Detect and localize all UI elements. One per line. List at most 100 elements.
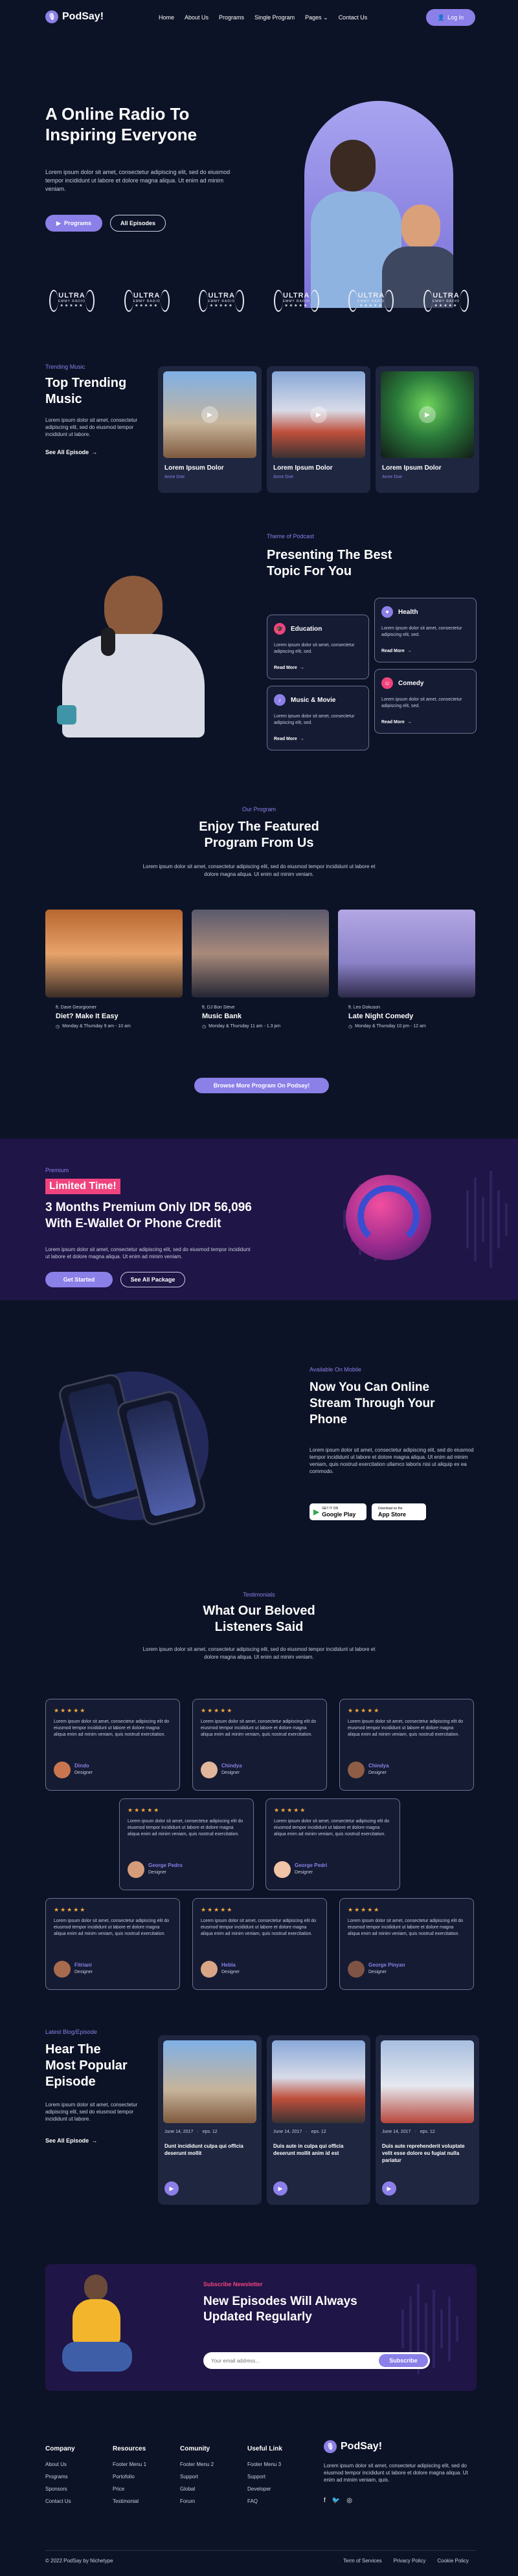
menu-item-pages[interactable]: Pages ⌄ [305, 14, 328, 21]
programs-button[interactable]: ▶ Programs [45, 215, 102, 232]
menu-item-single-program[interactable]: Single Program [254, 14, 295, 21]
footer-link[interactable]: Support [247, 2474, 312, 2480]
topics-image [49, 576, 211, 737]
footer-link[interactable]: Footer Menu 3 [247, 2461, 312, 2467]
see-all-episodes-link[interactable]: See All Episode → [45, 2137, 97, 2144]
award-word: ULTRA [208, 291, 235, 300]
footer-link[interactable]: Developer [247, 2486, 312, 2492]
terms-link[interactable]: Term of Services [343, 2558, 382, 2564]
testimonial-text: Lorem ipsum dolor sit amet, consectetur … [54, 1719, 170, 1737]
app-store-button[interactable]: Download on the App Store [372, 1503, 426, 1520]
menu-item-programs[interactable]: Programs [219, 14, 244, 21]
email-input[interactable] [211, 2355, 366, 2366]
topic-card-education[interactable]: 🎓 Education Lorem ipsum dolor sit amet, … [267, 615, 369, 679]
program-title: Late Night Comedy [348, 1012, 414, 1020]
testimonial-text: Lorem ipsum dolor sit amet, consectetur … [274, 1819, 390, 1837]
topic-description: Lorem ipsum dolor sit amet, consectetur … [274, 714, 355, 725]
clock-icon: ◷ [202, 1025, 207, 1029]
footer-legal-links: Term of Services Privacy Policy Cookie P… [343, 2558, 469, 2564]
play-icon[interactable]: ▶ [310, 406, 327, 423]
footer-column-title: Comunity [180, 2445, 210, 2452]
logo[interactable]: 🎙 PodSay! [45, 10, 104, 23]
footer-link[interactable]: Price [113, 2486, 177, 2492]
footer-column: Company About Us Programs Sponsors Contact U… [45, 2445, 110, 2511]
cookie-link[interactable]: Cookie Policy [437, 2558, 468, 2564]
privacy-link[interactable]: Privacy Policy [394, 2558, 426, 2564]
avatar [201, 1762, 218, 1778]
facebook-icon[interactable]: f [324, 2497, 326, 2504]
episode-meta: June 14, 2017 · eps. 12 [382, 2130, 435, 2134]
get-started-button[interactable]: Get Started [45, 1272, 113, 1287]
footer-link[interactable]: Forum [180, 2498, 245, 2504]
footer-link[interactable]: Contact Us [45, 2498, 110, 2504]
episode-card[interactable]: June 14, 2017 · eps. 12 Duis aute reprehend… [376, 2035, 479, 2205]
promo-label: Premium [45, 1167, 69, 1173]
read-more-link[interactable]: Read More → [274, 666, 304, 670]
mobile-section: Available On Mobile Now You Can Online S… [0, 1333, 518, 1566]
arrow-right-icon: → [407, 649, 412, 653]
arrow-right-icon: → [91, 449, 98, 455]
topic-card-comedy[interactable]: ☺ Comedy Lorem ipsum dolor sit amet, con… [374, 669, 477, 734]
award-stars: ★★★★★ [434, 303, 458, 308]
footer-link[interactable]: About Us [45, 2461, 110, 2467]
see-all-package-button[interactable]: See All Package [120, 1272, 185, 1287]
subscribe-button[interactable]: Subscribe [379, 2354, 428, 2367]
browse-more-button[interactable]: Browse More Program On Podsay! [194, 1078, 329, 1093]
play-icon[interactable]: ▶ [419, 406, 436, 423]
google-play-button[interactable]: ▶ GET IT ON Google Play [310, 1503, 366, 1520]
footer-link[interactable]: Portofolio [113, 2474, 177, 2480]
avatar [201, 1961, 218, 1978]
footer-link[interactable]: Footer Menu 1 [113, 2461, 177, 2467]
episode-card[interactable]: June 14, 2017 · eps. 12 Dunt incididunt cul… [158, 2035, 262, 2205]
menu-item-contact[interactable]: Contact Us [339, 14, 368, 21]
award-badge: ULTRA EMMY RADIO ★★★★★ [421, 286, 471, 313]
program-card[interactable]: ft. Dave Georgiomer Diet? Make It Easy ◷… [45, 910, 183, 1039]
topic-card-music-movie[interactable]: ♪ Music & Movie Lorem ipsum dolor sit am… [267, 686, 369, 750]
program-card[interactable]: ft. Leo Dokuson Late Night Comedy ◷ Monda… [338, 910, 475, 1039]
trending-card[interactable]: ▶ Lorem Ipsum Dolor Anne Doe [376, 366, 479, 493]
read-more-link[interactable]: Read More → [381, 649, 412, 653]
topic-card-health[interactable]: ♥ Health Lorem ipsum dolor sit amet, con… [374, 598, 477, 662]
featured-title: Enjoy The Featured Program From Us [0, 819, 518, 851]
read-more-link[interactable]: Read More → [381, 720, 412, 725]
footer-link[interactable]: FAQ [247, 2498, 312, 2504]
menu-item-home[interactable]: Home [159, 14, 174, 21]
play-icon[interactable]: ▶ [382, 2181, 396, 2196]
menu-item-about[interactable]: About Us [185, 14, 208, 21]
program-card[interactable]: ft. DJ Bon Steve Music Bank ◷ Monday & Th… [192, 910, 329, 1039]
footer-link[interactable]: Sponsors [45, 2486, 110, 2492]
play-icon[interactable]: ▶ [164, 2181, 179, 2196]
trending-card[interactable]: ▶ Lorem Ipsum Dolor Anne Doe [158, 366, 262, 493]
testimonial-role: Designer [295, 1870, 313, 1875]
all-episodes-button[interactable]: All Episodes [110, 215, 166, 232]
episode-card[interactable]: June 14, 2017 · eps. 12 Duis aute in culpa … [267, 2035, 370, 2205]
footer-logo[interactable]: 🎙 PodSay! [324, 2440, 382, 2453]
instagram-icon[interactable]: ◎ [346, 2497, 352, 2504]
footer-link[interactable]: Global [180, 2486, 245, 2492]
promo-title-line1: 3 Months Premium Only IDR 56,096 [45, 1201, 252, 1214]
testimonial-role: Designer [368, 1771, 387, 1775]
award-word: ULTRA [133, 291, 161, 300]
footer-link[interactable]: Testimonial [113, 2498, 177, 2504]
footer-link[interactable]: Programs [45, 2474, 110, 2480]
play-icon[interactable]: ▶ [201, 406, 218, 423]
arrow-right-icon: → [91, 2137, 98, 2144]
footer-logo-text: PodSay! [341, 2441, 383, 2452]
testimonial-card: ★★★★★ Lorem ipsum dolor sit amet, consect… [45, 1699, 180, 1791]
awards-row: ULTRA EMMY RADIO ★★★★★ ULTRA EMMY RADIO ★★★★… [47, 286, 471, 313]
footer-link[interactable]: Footer Menu 2 [180, 2461, 245, 2467]
footer-link[interactable]: Support [180, 2474, 245, 2480]
read-more-label: Read More [381, 649, 405, 653]
trending-card[interactable]: ▶ Lorem Ipsum Dolor Anne Doe [267, 366, 370, 493]
read-more-link[interactable]: Read More → [274, 737, 304, 741]
twitter-icon[interactable]: 🐦 [332, 2497, 340, 2504]
login-button[interactable]: 👤 Log In [426, 9, 475, 26]
testimonials-title-line1: What Our Beloved [203, 1604, 315, 1618]
mug-icon [57, 705, 76, 725]
episodes-title-line3: Episode [45, 2075, 96, 2089]
footer-column: Comunity Footer Menu 2 Support Global Forum [180, 2445, 245, 2511]
play-icon[interactable]: ▶ [273, 2181, 287, 2196]
testimonial-role: Designer [148, 1870, 167, 1875]
see-all-episode-link[interactable]: See All Episode → [45, 449, 97, 455]
promo-description: Lorem ipsum dolor sit amet, consectetur … [45, 1247, 251, 1260]
